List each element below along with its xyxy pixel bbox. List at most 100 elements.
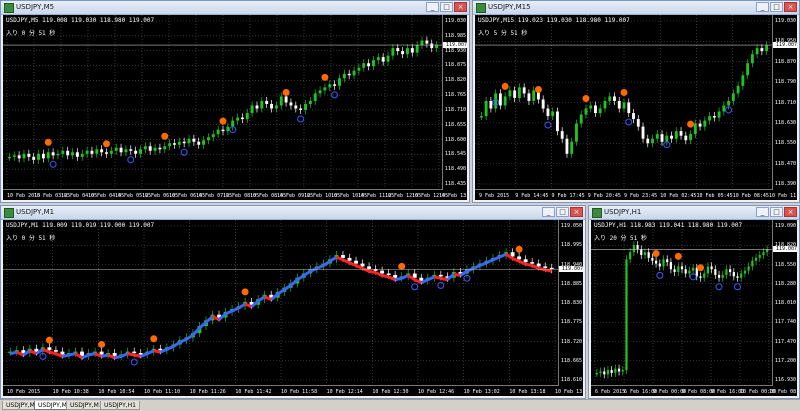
close-button[interactable]: × — [570, 207, 583, 217]
candle-body — [766, 249, 769, 253]
tab-usdjpy-h1[interactable]: USDJPY,H1 — [100, 401, 140, 410]
chart-window-m1[interactable]: USDJPY,M1 _ □ × USDJPY,M1 119.009 119.01… — [0, 205, 586, 399]
moving-average-segment — [427, 275, 435, 282]
candle-body — [731, 93, 735, 101]
moving-average-segment — [146, 349, 155, 355]
chart-canvas[interactable]: USDJPY,M1 119.009 119.019 119.000 119.00… — [3, 220, 583, 396]
time-tick-label: 10 Feb 12:30 — [372, 389, 409, 395]
price-axis[interactable]: 119.090 118.820 118.550 118.280 118.010 117.7… — [772, 220, 797, 396]
sell-signal-icon — [161, 132, 169, 140]
candle-body — [632, 113, 635, 120]
candle-body — [299, 108, 303, 111]
chart-window-m5[interactable]: USDJPY,M5 _ □ × USDJPY,M5 119.008 119.03… — [0, 0, 470, 203]
candle-body — [294, 105, 298, 109]
candle-body — [684, 135, 688, 141]
maximize-button[interactable]: □ — [770, 207, 783, 217]
symbol-info: USDJPY,H1 118.983 119.041 118.980 119.00… — [594, 222, 742, 242]
candle-body — [177, 141, 181, 145]
candle-body — [124, 149, 128, 153]
maximize-button[interactable]: □ — [770, 2, 783, 12]
candle-body — [192, 138, 196, 142]
moving-average-segment — [466, 267, 475, 273]
time-tick-label: 10 Feb 11:42 — [235, 389, 272, 395]
time-tick-label: 9 Feb 20:45 — [587, 193, 621, 199]
close-button[interactable]: × — [454, 2, 467, 12]
moving-average-segment — [237, 302, 246, 310]
candle-body — [99, 351, 104, 355]
candle-body — [513, 90, 517, 98]
candle-body — [401, 51, 405, 55]
ohlc-readout: USDJPY,M1 119.009 119.019 119.000 119.00… — [6, 222, 155, 229]
candle-body — [680, 266, 684, 270]
candle-body — [551, 111, 555, 117]
candle-body — [640, 249, 643, 256]
sell-signal-icon — [515, 245, 523, 253]
candle-body — [710, 266, 713, 270]
sell-signal-icon — [674, 252, 682, 260]
candle-body — [236, 117, 240, 121]
candle-body — [717, 111, 721, 118]
candle-body — [51, 152, 55, 156]
time-axis[interactable]: 10 Feb 2015 10 Feb 10:38 10 Feb 10:54 10 Fe… — [3, 385, 583, 396]
price-axis[interactable]: 119.030118.950118.870118.790118.710118.6… — [772, 15, 797, 200]
candle-body — [658, 263, 661, 267]
candle-body — [494, 93, 498, 109]
candle-body — [712, 116, 716, 118]
time-axis[interactable]: 6 Feb 2015 6 Feb 16:00 9 Feb 00:00 9 Feb 08… — [591, 385, 797, 396]
moving-average-segment — [120, 352, 129, 358]
sell-signal-icon — [534, 85, 542, 93]
maximize-button[interactable]: □ — [556, 207, 569, 217]
minimize-button[interactable]: _ — [756, 2, 769, 12]
price-axis[interactable]: 119.050 118.995 118.940 118.885 118.830 118.7… — [558, 220, 583, 396]
moving-average-segment — [231, 306, 240, 313]
buy-signal-icon — [689, 273, 697, 281]
moving-average-segment — [204, 315, 214, 324]
buy-signal-icon — [49, 160, 57, 168]
time-axis[interactable]: 9 Feb 2015 9 Feb 14:45 9 Feb 17:45 9 Feb 20… — [475, 189, 797, 200]
moving-average-segment — [368, 269, 376, 275]
sell-signal-icon — [652, 250, 660, 258]
price-tick-label: 119.050 — [560, 223, 582, 229]
title-bar[interactable]: USDJPY,M1 _ □ × — [1, 206, 585, 220]
price-tick-label: 117.470 — [774, 338, 796, 345]
current-price-label: 119.007 — [773, 246, 797, 253]
moving-average-segment — [381, 274, 389, 279]
price-tick-label: 118.720 — [560, 338, 582, 345]
chart-canvas[interactable]: USDJPY,M5 119.008 119.030 118.980 119.00… — [3, 15, 467, 200]
candle-body — [308, 100, 312, 104]
price-tick-label: 119.090 — [774, 223, 796, 229]
minimize-button[interactable]: _ — [542, 207, 555, 217]
candle-body — [708, 116, 711, 121]
candle-body — [599, 371, 602, 373]
candle-body — [747, 266, 750, 271]
candle-body — [37, 153, 41, 160]
moving-average-segment — [101, 353, 109, 358]
candle-body — [66, 150, 70, 156]
title-bar[interactable]: USDJPY,M15 _ □ × — [473, 1, 799, 15]
chart-window-h1[interactable]: USDJPY,H1 _ □ × USDJPY,H1 118.983 119.04… — [588, 205, 800, 399]
title-bar[interactable]: USDJPY,M5 _ □ × — [1, 1, 469, 15]
sell-signal-icon — [219, 117, 227, 125]
candle-body — [80, 153, 84, 157]
price-tick-label: 118.710 — [444, 106, 466, 113]
candle-body — [119, 147, 123, 153]
chart-canvas[interactable]: USDJPY,H1 118.983 119.041 118.980 119.00… — [591, 220, 797, 396]
candle-body — [617, 100, 621, 109]
time-tick-label: 9 Feb 17:45 — [551, 193, 585, 199]
candle-body — [338, 78, 341, 86]
close-button[interactable]: × — [784, 2, 797, 12]
candle-body — [627, 102, 631, 114]
close-button[interactable]: × — [784, 207, 797, 217]
minimize-button[interactable]: _ — [426, 2, 439, 12]
minimize-button[interactable]: _ — [756, 207, 769, 217]
candle-body — [736, 276, 739, 278]
maximize-button[interactable]: □ — [440, 2, 453, 12]
time-axis[interactable]: 10 Feb 2015 10 Feb 03:25 10 Feb 04:05 10 Fe… — [3, 189, 467, 200]
title-bar[interactable]: USDJPY,H1 _ □ × — [589, 206, 799, 220]
candle-body — [32, 156, 36, 160]
chart-window-m15[interactable]: USDJPY,M15 _ □ × USDJPY,M15 119.023 119.… — [472, 0, 800, 203]
candle-body — [688, 270, 691, 274]
price-axis[interactable]: 119.030 118.985 118.930 118.875 118.820 118.7… — [442, 15, 467, 200]
candle-body — [153, 147, 157, 151]
chart-canvas[interactable]: USDJPY,M15 119.023 119.030 118.980 119.0… — [475, 15, 797, 200]
